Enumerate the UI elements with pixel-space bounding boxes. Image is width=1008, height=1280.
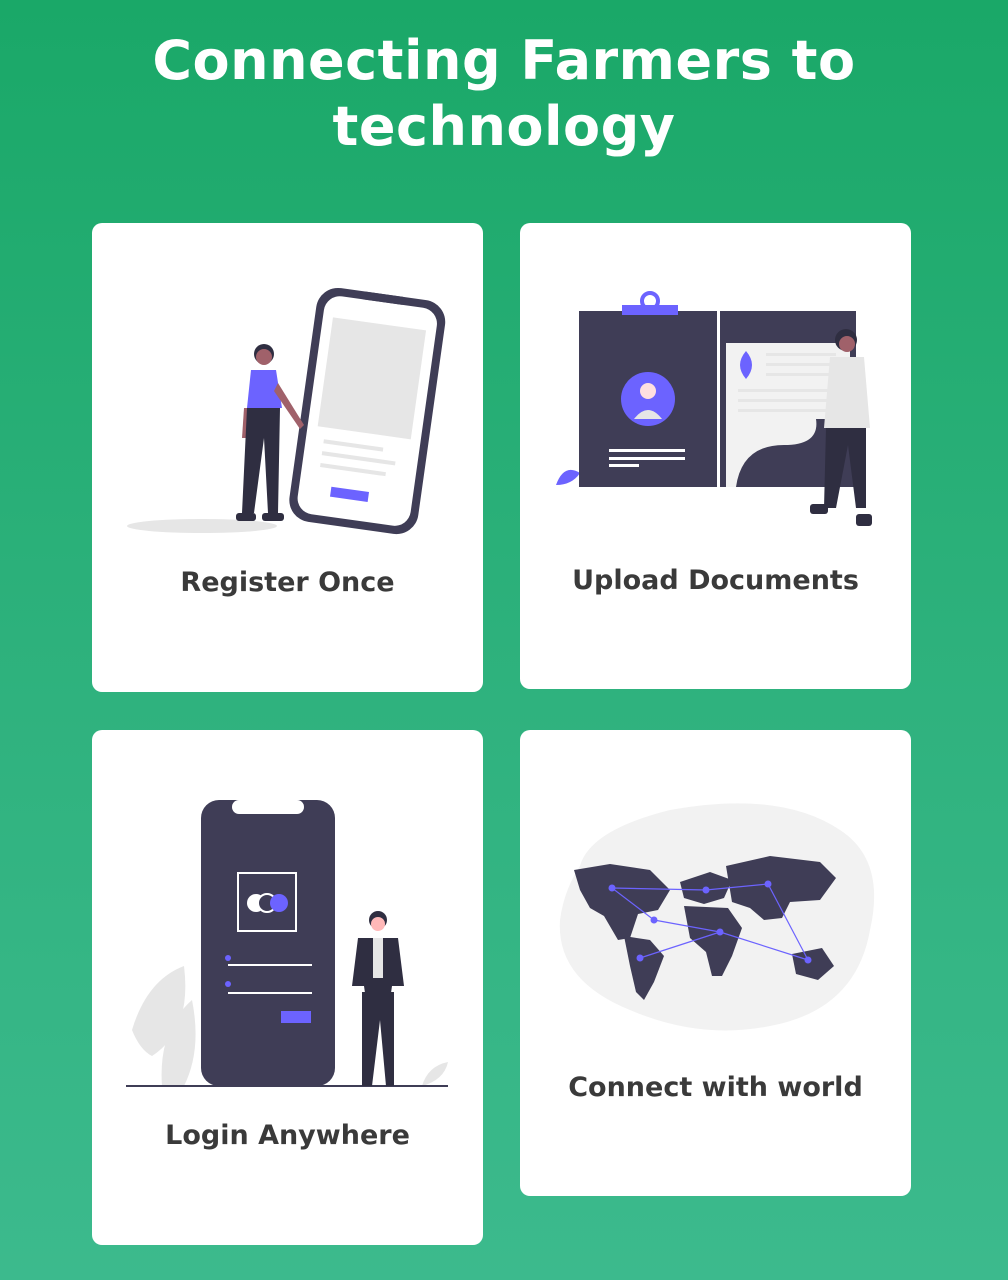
card-label-upload-documents: Upload Documents [572,565,859,596]
page-title-line-1: Connecting Farmers to [152,29,856,92]
card-connect-with-world[interactable]: Connect with world [520,730,911,1196]
world-map-illustration [559,803,875,1031]
login-phone-illustration [126,800,448,1087]
card-register-once[interactable]: Register Once [92,223,483,692]
card-label-connect-with-world: Connect with world [568,1072,863,1103]
card-upload-documents[interactable]: Upload Documents [520,223,911,689]
upload-documents-illustration [556,291,872,526]
card-label-register-once: Register Once [180,567,395,598]
page-title: Connecting Farmers to technology [0,28,1008,160]
card-label-login-anywhere: Login Anywhere [165,1120,410,1151]
page-title-line-2: technology [332,95,676,158]
card-login-anywhere[interactable]: Login Anywhere [92,730,483,1245]
register-phone-illustration [127,287,446,535]
